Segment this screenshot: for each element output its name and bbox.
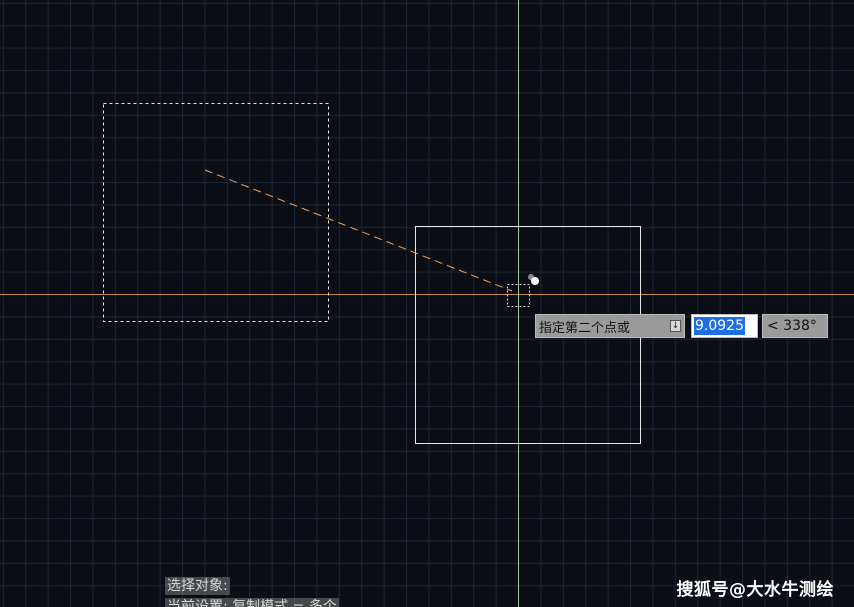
command-history-line: 选择对象:	[165, 577, 230, 595]
angle-input[interactable]: < 338°	[762, 314, 828, 338]
command-history-line: 当前设置: 复制模式 = 多个	[165, 598, 339, 607]
drawing-canvas[interactable]: 指定第二个点或 ↓ 9.0925 < 338° 选择对象: 当前设置: 复制模式…	[0, 0, 854, 607]
model-space[interactable]	[0, 0, 854, 607]
dynamic-input-prompt[interactable]: 指定第二个点或 ↓	[535, 314, 685, 338]
cursor-badge-icon	[528, 274, 539, 285]
grid-lines	[0, 0, 854, 607]
down-arrow-icon[interactable]: ↓	[670, 320, 681, 332]
rubberband-line	[204, 169, 513, 292]
watermark: 搜狐号@大水牛测绘	[676, 580, 834, 600]
distance-value: 9.0925	[694, 317, 745, 335]
distance-input[interactable]: 9.0925	[691, 314, 758, 338]
prompt-text: 指定第二个点或	[539, 320, 631, 336]
angle-value: < 338°	[767, 318, 817, 334]
